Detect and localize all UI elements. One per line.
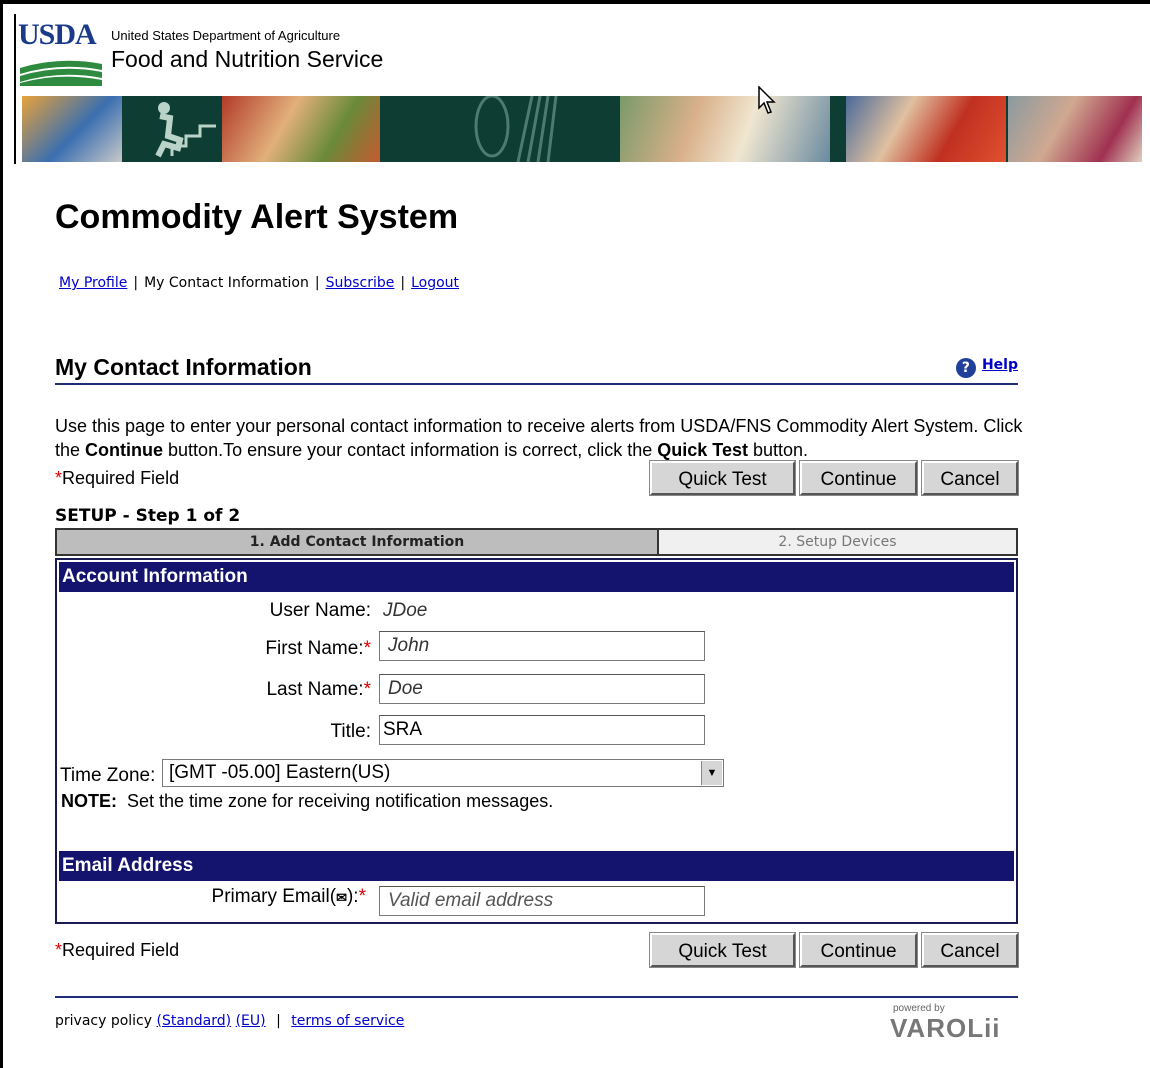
agency-department: United States Department of Agriculture [111, 28, 341, 43]
intro-text-part: button. [747, 440, 809, 460]
email-address-header: Email Address [59, 851, 1014, 881]
banner-spacer [832, 96, 844, 162]
first-name-label: First Name:* [265, 638, 371, 660]
banner-photo-family-meal [620, 96, 830, 162]
cancel-button-top[interactable]: Cancel [921, 460, 1019, 496]
time-zone-select[interactable]: [GMT -05.00] Eastern(US) ▼ [162, 759, 724, 787]
contact-form: Account Information User Name: JDoe Firs… [55, 558, 1018, 924]
footer-separator: | [276, 1013, 281, 1029]
nav-subscribe-link[interactable]: Subscribe [326, 275, 395, 291]
required-field-label: Required Field [62, 940, 180, 960]
cancel-button-bottom[interactable]: Cancel [921, 932, 1019, 968]
intro-continue-word: Continue [85, 440, 164, 460]
privacy-eu-link[interactable]: (EU) [236, 1013, 266, 1029]
help-link-group[interactable]: ? Help [955, 357, 1018, 378]
help-link[interactable]: Help [982, 357, 1018, 373]
required-field-label: Required Field [62, 468, 180, 488]
required-field-note-top: *Required Field [55, 468, 179, 489]
banner-utensils-graphic [382, 96, 618, 162]
first-name-label-text: First Name: [265, 638, 364, 659]
required-star: * [363, 638, 371, 659]
footer-links: privacy policy (Standard) (EU) | terms o… [55, 1013, 404, 1029]
last-name-label-text: Last Name: [266, 679, 364, 700]
user-name-label: User Name: [269, 600, 371, 621]
first-name-field[interactable]: John [379, 631, 705, 661]
required-star: * [55, 468, 63, 488]
dropdown-arrow-icon[interactable]: ▼ [701, 761, 722, 785]
required-star: * [358, 886, 366, 907]
time-zone-note: NOTE: Set the time zone for receiving no… [61, 791, 553, 812]
window-frame-top [0, 0, 1150, 4]
required-star: * [55, 940, 63, 960]
time-zone-selected-value: [GMT -05.00] Eastern(US) [169, 762, 391, 783]
step-1-add-contact-information: 1. Add Contact Information [57, 530, 659, 554]
primary-email-label-end: ): [346, 886, 359, 907]
note-label: NOTE: [61, 791, 117, 811]
time-zone-label: Time Zone: [60, 765, 156, 786]
title-field[interactable]: SRA [379, 715, 705, 745]
nav-separator: | [400, 275, 406, 291]
banner-photo-women-computer [1008, 96, 1142, 162]
window-frame-left [0, 0, 3, 1068]
usda-logo-text: USDA [18, 18, 97, 51]
banner-photo-grocery [846, 96, 1006, 162]
primary-email-label: Primary Email(✉):* [212, 886, 366, 908]
footer-divider [55, 996, 1018, 998]
quick-test-button-top[interactable]: Quick Test [649, 460, 796, 496]
page-title: Commodity Alert System [55, 198, 459, 236]
setup-step-label: SETUP - Step 1 of 2 [55, 506, 241, 526]
last-name-label: Last Name:* [266, 679, 371, 701]
agency-name: Food and Nutrition Service [111, 46, 384, 72]
header-banner [22, 96, 1142, 162]
nav-separator: | [133, 275, 139, 291]
intro-text-part: button.To ensure your contact informatio… [163, 440, 658, 460]
banner-photo-kids-basketball [22, 96, 122, 162]
help-question-icon[interactable]: ? [955, 358, 976, 378]
required-field-note-bottom: *Required Field [55, 940, 179, 961]
nav-my-contact-information: My Contact Information [144, 275, 309, 291]
last-name-field[interactable]: Doe [379, 674, 705, 704]
setup-steps-bar: 1. Add Contact Information 2. Setup Devi… [55, 528, 1018, 556]
banner-photo-cheering-people [222, 96, 380, 162]
note-text: Set the time zone for receiving notifica… [117, 791, 554, 811]
header-divider [14, 14, 16, 164]
intro-text: Use this page to enter your personal con… [55, 414, 1035, 462]
account-information-header: Account Information [59, 562, 1014, 592]
top-navigation: My Profile | My Contact Information | Subscr… [59, 275, 459, 291]
required-star: * [363, 679, 371, 700]
nav-my-profile-link[interactable]: My Profile [59, 275, 127, 291]
primary-email-field[interactable]: Valid email address [379, 886, 705, 916]
powered-by-logo: powered by VAROLii [890, 1003, 1020, 1043]
quick-test-button-bottom[interactable]: Quick Test [649, 932, 796, 968]
varolii-brand: VAROLii [890, 1013, 1001, 1043]
nav-logout-link[interactable]: Logout [411, 275, 459, 291]
section-title: My Contact Information [55, 354, 312, 380]
step-2-setup-devices: 2. Setup Devices [659, 530, 1016, 554]
terms-of-service-link[interactable]: terms of service [291, 1013, 404, 1029]
mouse-cursor-icon [758, 86, 776, 114]
continue-button-top[interactable]: Continue [799, 460, 918, 496]
title-label: Title: [330, 721, 371, 742]
privacy-standard-link[interactable]: (Standard) [157, 1013, 232, 1029]
nav-separator: | [314, 275, 320, 291]
primary-email-label-text: Primary Email( [211, 886, 337, 907]
intro-quick-test-word: Quick Test [657, 440, 748, 460]
privacy-policy-label: privacy policy [55, 1013, 153, 1029]
usda-stripes-icon [20, 60, 102, 86]
user-name-value: JDoe [383, 600, 428, 621]
section-header: My Contact Information ? Help [55, 352, 1018, 385]
banner-stairs-graphic [124, 96, 220, 162]
continue-button-bottom[interactable]: Continue [799, 932, 918, 968]
envelope-icon: ✉ [336, 890, 347, 905]
